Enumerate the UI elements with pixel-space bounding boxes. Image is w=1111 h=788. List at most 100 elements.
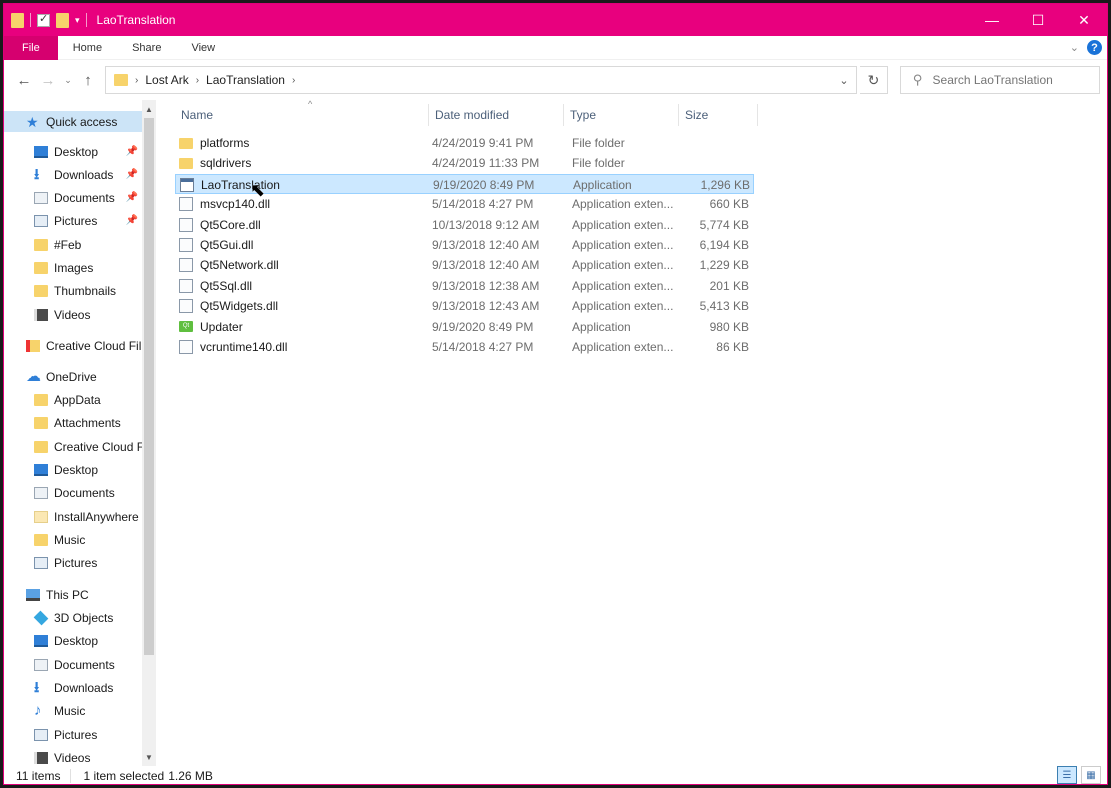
breadcrumb-lost-ark[interactable]: Lost Ark bbox=[145, 73, 188, 87]
details-view-icon[interactable]: ☰ bbox=[1057, 766, 1077, 784]
tab-view[interactable]: View bbox=[176, 36, 230, 60]
nav-item[interactable]: This PC bbox=[4, 584, 142, 605]
dll-icon bbox=[179, 258, 193, 273]
nav-item[interactable]: ♪ Music bbox=[4, 700, 142, 721]
nav-item[interactable]: Videos bbox=[4, 304, 142, 325]
column-header-size[interactable]: Size bbox=[679, 104, 758, 126]
nav-item[interactable]: Videos bbox=[4, 747, 142, 766]
address-dropdown-icon[interactable]: ⌄ bbox=[832, 67, 856, 93]
nav-item[interactable]: Creative Cloud Fil bbox=[4, 335, 142, 356]
close-button[interactable]: ✕ bbox=[1061, 4, 1107, 36]
nav-item[interactable]: Desktop 📌 bbox=[4, 141, 142, 162]
ribbon-right-controls: ⌄ ? bbox=[1070, 40, 1102, 55]
minimize-button[interactable]: — bbox=[969, 4, 1015, 36]
file-size: 1,296 KB bbox=[700, 177, 750, 192]
nav-item-label: Documents bbox=[54, 485, 115, 500]
nav-item[interactable]: Documents bbox=[4, 654, 142, 675]
file-row[interactable]: Qt5Gui.dll 9/13/2018 12:40 AM Application … bbox=[175, 235, 754, 255]
nav-scrollbar[interactable]: ▲ ▼ bbox=[142, 100, 156, 766]
navigation-pane: ★ Quick access Desktop 📌 ⭳ Downloads 📌 Document… bbox=[4, 100, 156, 766]
help-icon[interactable]: ? bbox=[1087, 40, 1102, 55]
file-name: vcruntime140.dll bbox=[200, 340, 288, 354]
properties-icon[interactable] bbox=[37, 12, 50, 27]
nav-item[interactable]: Pictures bbox=[4, 552, 142, 573]
folder-icon[interactable] bbox=[11, 12, 24, 28]
pin-icon: 📌 bbox=[125, 169, 138, 180]
file-row[interactable]: Qt Updater 9/19/2020 8:49 PM Application 980… bbox=[175, 317, 754, 337]
nav-item[interactable]: #Feb bbox=[4, 234, 142, 255]
file-row[interactable]: vcruntime140.dll 5/14/2018 4:27 PM Applica… bbox=[175, 337, 754, 357]
maximize-button[interactable]: ☐ bbox=[1015, 4, 1061, 36]
scroll-down-icon[interactable]: ▼ bbox=[142, 750, 156, 764]
file-type: Application exten... bbox=[572, 340, 674, 354]
file-row[interactable]: sqldrivers 4/24/2019 11:33 PM File folder bbox=[175, 153, 754, 173]
column-header-name[interactable]: Name ^ bbox=[175, 99, 429, 126]
nav-item[interactable]: AppData bbox=[4, 389, 142, 410]
file-size: 5,774 KB bbox=[699, 217, 749, 232]
file-row[interactable]: Qt5Widgets.dll 9/13/2018 12:43 AM Applicat… bbox=[175, 296, 754, 316]
tab-share[interactable]: Share bbox=[117, 36, 176, 60]
folder-icon bbox=[34, 440, 48, 453]
nav-item[interactable]: Pictures bbox=[4, 724, 142, 745]
file-date: 10/13/2018 9:12 AM bbox=[432, 217, 540, 232]
file-name-cell: Qt5Sql.dll bbox=[179, 278, 419, 293]
nav-item[interactable]: InstallAnywhere bbox=[4, 506, 142, 527]
file-date: 4/24/2019 9:41 PM bbox=[432, 136, 534, 150]
file-type: Application exten... bbox=[572, 299, 674, 314]
search-box[interactable]: ⚲ bbox=[900, 66, 1100, 94]
address-bar[interactable]: › Lost Ark › LaoTranslation › ⌄ bbox=[105, 66, 857, 94]
nav-item[interactable]: Attachments bbox=[4, 412, 142, 433]
forward-button[interactable]: → bbox=[36, 68, 60, 92]
nav-item-label: This PC bbox=[46, 587, 89, 602]
scroll-thumb[interactable] bbox=[144, 118, 154, 655]
nav-item[interactable]: ★ Quick access bbox=[4, 111, 142, 132]
file-size: 980 KB bbox=[709, 319, 749, 334]
file-date: 9/13/2018 12:40 AM bbox=[432, 238, 540, 252]
column-header-type[interactable]: Type bbox=[564, 104, 679, 126]
expand-ribbon-icon[interactable]: ⌄ bbox=[1070, 41, 1079, 54]
scroll-up-icon[interactable]: ▲ bbox=[142, 102, 156, 116]
breadcrumb-chevron-icon[interactable]: › bbox=[292, 75, 295, 86]
file-row[interactable]: Qt5Core.dll 10/13/2018 9:12 AM Application… bbox=[175, 215, 754, 235]
nav-item[interactable]: Desktop bbox=[4, 459, 142, 480]
nav-item[interactable]: Music bbox=[4, 529, 142, 550]
nav-item[interactable]: ⭳ Downloads bbox=[4, 677, 142, 698]
nav-item-label: #Feb bbox=[54, 237, 82, 252]
nav-item[interactable]: Desktop bbox=[4, 630, 142, 651]
file-date: 4/24/2019 11:33 PM bbox=[432, 156, 540, 171]
breadcrumb-chevron-icon[interactable]: › bbox=[196, 75, 199, 86]
file-row[interactable]: platforms 4/24/2019 9:41 PM File folder bbox=[175, 133, 754, 153]
nav-item-label: Desktop bbox=[54, 633, 99, 648]
tab-file[interactable]: File bbox=[4, 35, 58, 60]
pin-icon: 📌 bbox=[125, 192, 138, 203]
file-name: Qt5Widgets.dll bbox=[200, 299, 279, 314]
search-icon: ⚲ bbox=[913, 72, 923, 87]
window-title: LaoTranslation bbox=[96, 13, 176, 27]
nav-item[interactable]: Thumbnails bbox=[4, 280, 142, 301]
new-folder-icon[interactable] bbox=[56, 12, 69, 28]
nav-item[interactable]: ⭳ Downloads 📌 bbox=[4, 164, 142, 185]
breadcrumb-laotranslation[interactable]: LaoTranslation bbox=[206, 73, 285, 87]
recent-locations-button[interactable]: ⌄ bbox=[60, 68, 76, 92]
file-row[interactable]: Qt5Sql.dll 9/13/2018 12:38 AM Application … bbox=[175, 276, 754, 296]
nav-item-label: Videos bbox=[54, 750, 91, 765]
tab-home[interactable]: Home bbox=[58, 36, 117, 60]
column-header-date[interactable]: Date modified bbox=[429, 104, 564, 126]
nav-item[interactable]: ☁ OneDrive bbox=[4, 366, 142, 387]
up-button[interactable]: ↑ bbox=[76, 68, 100, 92]
nav-item[interactable]: Creative Cloud F bbox=[4, 436, 142, 457]
nav-item[interactable]: 3D Objects bbox=[4, 607, 142, 628]
breadcrumb-chevron-icon[interactable]: › bbox=[135, 75, 138, 86]
nav-item-label: Documents bbox=[54, 190, 115, 205]
nav-item[interactable]: Documents 📌 bbox=[4, 187, 142, 208]
nav-item[interactable]: Documents bbox=[4, 482, 142, 503]
large-icons-view-icon[interactable]: ▦ bbox=[1081, 766, 1101, 784]
back-button[interactable]: ← bbox=[12, 68, 36, 92]
file-name-cell: LaoTranslation bbox=[180, 177, 420, 192]
search-input[interactable] bbox=[932, 73, 1093, 87]
file-row[interactable]: Qt5Network.dll 9/13/2018 12:40 AM Applicat… bbox=[175, 255, 754, 275]
nav-item[interactable]: Pictures 📌 bbox=[4, 210, 142, 231]
nav-item[interactable]: Images bbox=[4, 257, 142, 278]
customize-toolbar-icon[interactable]: ▾ bbox=[75, 15, 80, 26]
refresh-button[interactable]: ↻ bbox=[860, 66, 888, 94]
